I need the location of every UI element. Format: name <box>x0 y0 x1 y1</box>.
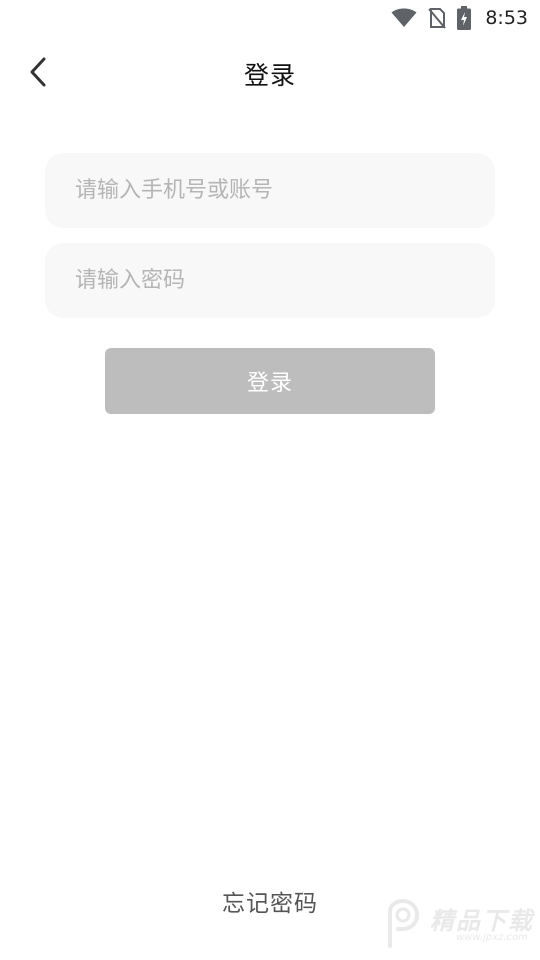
login-button[interactable]: 登录 <box>105 348 435 414</box>
account-field[interactable] <box>45 153 495 228</box>
header: 登录 <box>0 44 540 100</box>
watermark-brand: 精品下载 <box>430 907 534 935</box>
status-time: 8:53 <box>485 7 528 29</box>
watermark-text: 精品下载 www.jpxz.com <box>430 909 534 943</box>
watermark-logo-icon <box>382 898 424 954</box>
page-title: 登录 <box>243 61 296 90</box>
wifi-icon <box>391 8 417 28</box>
password-field[interactable] <box>45 243 495 318</box>
battery-charging-icon <box>457 6 472 30</box>
watermark-url: www.jpxz.com <box>456 932 528 943</box>
status-bar: 8:53 <box>0 0 540 36</box>
watermark: 精品下载 www.jpxz.com <box>382 898 534 954</box>
password-input[interactable] <box>45 243 495 318</box>
no-sim-icon <box>427 7 447 29</box>
account-input[interactable] <box>45 153 495 228</box>
